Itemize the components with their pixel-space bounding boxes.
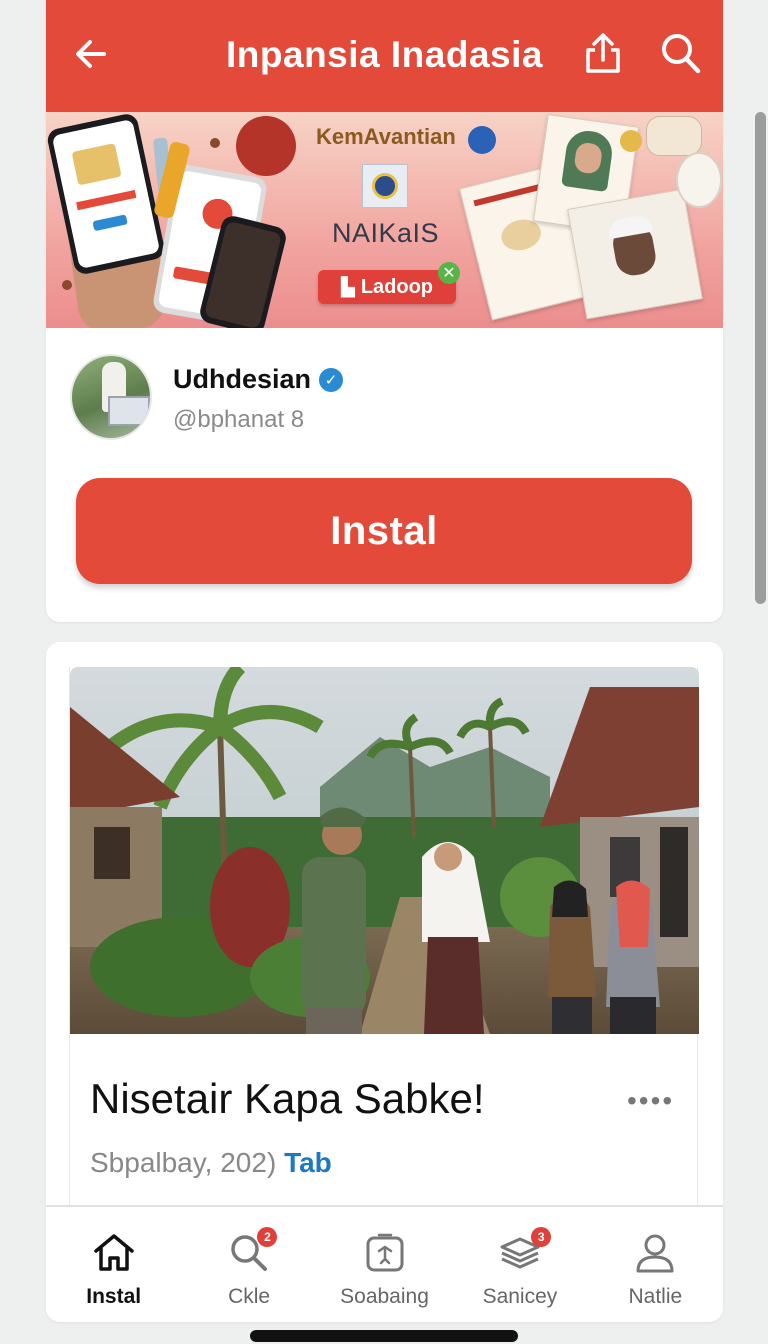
share-icon[interactable] (581, 30, 625, 76)
tab-label: Natlie (628, 1285, 683, 1308)
scrollbar[interactable] (755, 112, 766, 604)
tab-natlie[interactable]: Natlie (588, 1207, 723, 1322)
tab-soabaing[interactable]: Soabaing (317, 1207, 452, 1322)
profile-name: Udhdesian ✓ (173, 364, 344, 395)
profile-name-text: Udhdesian (173, 364, 312, 394)
person-icon (636, 1234, 674, 1273)
search-icon[interactable] (658, 30, 702, 76)
food-illustration (646, 116, 702, 156)
promo-banner[interactable]: KemAvantian NAIKaIS ▙ Ladoop ✕ (46, 112, 723, 328)
tab-label: Soabaing (340, 1285, 429, 1308)
banner-cta-label: Ladoop (360, 275, 434, 298)
banner-subtitle: NAIKaIS (332, 218, 440, 248)
post-tag-link[interactable]: Tab (284, 1147, 332, 1178)
logo-mark-icon: ▙ (340, 276, 355, 297)
tab-label: Ckle (228, 1285, 271, 1308)
post-title: Nisetair Kapa Sabke! (90, 1075, 485, 1122)
home-icon (93, 1234, 134, 1271)
banner-headline: KemAvantian (316, 124, 456, 149)
install-button[interactable]: Instal (76, 478, 692, 584)
post-meta-text: Sbpalbay, 202) (90, 1147, 277, 1178)
notification-badge: 3 (531, 1227, 552, 1247)
post-image[interactable] (70, 667, 699, 1034)
app-card: Inpansia Inadasia KemAvantian NAIKaIS ▙ … (46, 0, 723, 622)
close-icon[interactable]: ✕ (438, 262, 460, 284)
profile-section: Udhdesian ✓ @bphanat 8 Instal (46, 328, 723, 622)
package-illustration (567, 188, 703, 320)
emblem-icon (362, 164, 408, 208)
profile-handle: @bphanat 8 (173, 406, 305, 433)
tab-sanicey[interactable]: 3 Sanicey (452, 1207, 587, 1322)
more-options-icon[interactable]: •••• (627, 1085, 674, 1117)
banner-cta-button[interactable]: ▙ Ladoop (318, 270, 456, 304)
bowl-illustration (676, 152, 722, 208)
food-illustration (236, 116, 296, 176)
phone-illustration (46, 112, 167, 276)
tab-label: Instal (86, 1285, 142, 1308)
coin-illustration (620, 130, 642, 152)
seed-illustration (210, 138, 220, 148)
badge-icon (468, 126, 496, 154)
bottom-tab-bar: Instal 2 Ckle Soabaing 3 Sanicey Natlie (46, 1205, 723, 1322)
tab-label: Sanicey (482, 1285, 558, 1308)
notification-badge: 2 (257, 1227, 278, 1247)
tab-ckle[interactable]: 2 Ckle (181, 1207, 316, 1322)
app-bar: Inpansia Inadasia (46, 0, 723, 112)
seed-illustration (62, 280, 72, 290)
post-meta: Sbpalbay, 202) Tab (90, 1147, 332, 1179)
pin-card-icon (366, 1233, 404, 1272)
verified-check-icon: ✓ (319, 367, 344, 392)
home-indicator[interactable] (250, 1330, 518, 1342)
avatar[interactable] (70, 354, 152, 440)
post-content: Nisetair Kapa Sabke! •••• Sbpalbay, 202)… (69, 667, 699, 1227)
tab-instal[interactable]: Instal (46, 1207, 181, 1322)
